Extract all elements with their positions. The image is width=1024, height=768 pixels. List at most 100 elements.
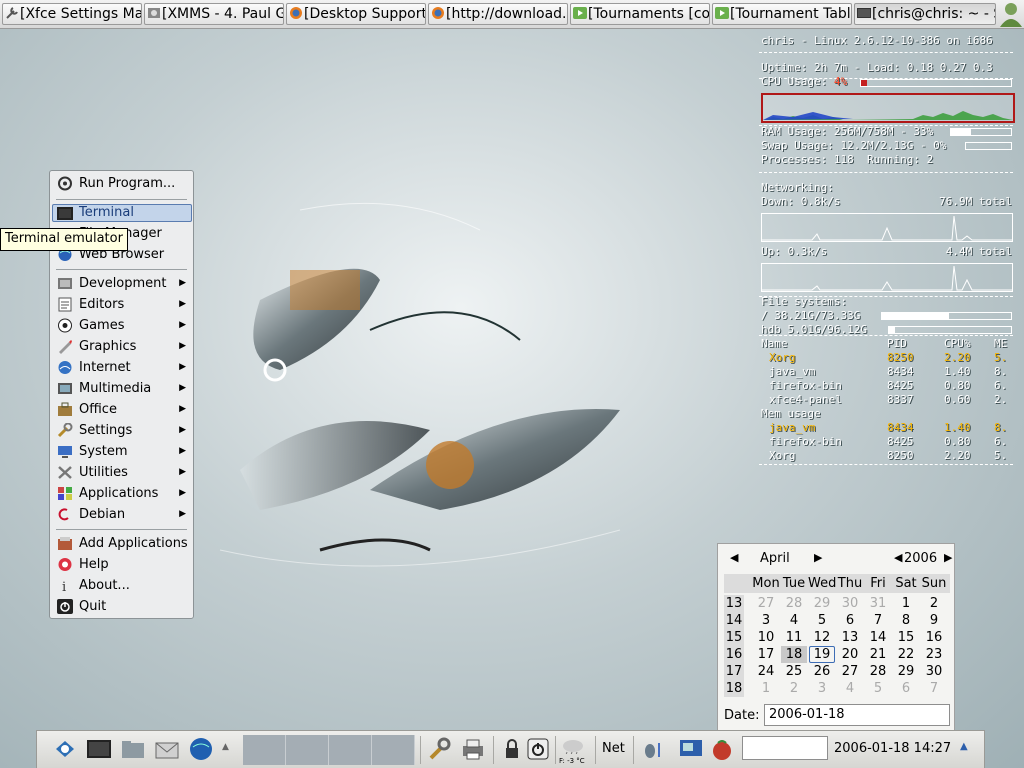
- calendar-day[interactable]: 31: [865, 595, 891, 612]
- menu-item-games[interactable]: Games ▶: [53, 316, 190, 335]
- workspace-3[interactable]: [329, 735, 372, 765]
- calendar-day[interactable]: 28: [865, 663, 891, 680]
- menu-item-run-program[interactable]: Run Program...: [53, 174, 190, 193]
- date-input[interactable]: 2006-01-18: [764, 704, 950, 726]
- xfce-mouse-icon[interactable]: [53, 737, 77, 761]
- menu-item-multimedia[interactable]: Multimedia ▶: [53, 379, 190, 398]
- calendar-day[interactable]: 3: [809, 680, 835, 697]
- system-icon: [57, 444, 73, 459]
- weather-icon[interactable]: [561, 734, 585, 758]
- calendar-day[interactable]: 4: [781, 612, 807, 629]
- calendar-day[interactable]: 30: [837, 595, 863, 612]
- calendar-day[interactable]: 26: [809, 663, 835, 680]
- display-icon[interactable]: [679, 737, 703, 761]
- task-tournament-table[interactable]: [Tournament Table: [712, 3, 852, 25]
- calendar-day[interactable]: 11: [781, 629, 807, 646]
- workspace-2[interactable]: [286, 735, 329, 765]
- volume-icon[interactable]: [642, 737, 662, 761]
- next-month-button[interactable]: ▶: [814, 551, 822, 564]
- menu-item-office[interactable]: Office ▶: [53, 400, 190, 419]
- calendar-day[interactable]: 15: [893, 629, 919, 646]
- calendar-day[interactable]: 20: [837, 646, 863, 663]
- workspace-1[interactable]: [243, 735, 286, 765]
- task-xmms[interactable]: [XMMS - 4. Paul Gla: [144, 3, 284, 25]
- calendar-day[interactable]: 14: [865, 629, 891, 646]
- calendar-day[interactable]: 4: [837, 680, 863, 697]
- menu-item-internet[interactable]: Internet ▶: [53, 358, 190, 377]
- calendar-day[interactable]: 9: [921, 612, 947, 629]
- task-xfce-settings[interactable]: [Xfce Settings Man: [2, 3, 142, 25]
- calendar-day[interactable]: 6: [837, 612, 863, 629]
- menu-item-utilities[interactable]: Utilities ▶: [53, 463, 190, 482]
- panel-arrow-icon[interactable]: ▲: [960, 741, 968, 752]
- menu-item-settings[interactable]: Settings ▶: [53, 421, 190, 440]
- calendar-day[interactable]: 19: [809, 646, 835, 663]
- debian-icon: [57, 507, 73, 522]
- menu-item-add-applications[interactable]: Add Applications: [53, 534, 190, 553]
- workspace-4[interactable]: [372, 735, 415, 765]
- menu-item-graphics[interactable]: Graphics ▶: [53, 337, 190, 356]
- calendar-day[interactable]: 30: [921, 663, 947, 680]
- calendar-day[interactable]: 10: [753, 629, 779, 646]
- calendar-day[interactable]: 29: [893, 663, 919, 680]
- conky-filesystems: File systems:: [761, 295, 848, 308]
- calendar-day[interactable]: 7: [865, 612, 891, 629]
- menu-item-terminal[interactable]: Terminal: [52, 204, 192, 222]
- calendar-day[interactable]: 12: [809, 629, 835, 646]
- calendar-day[interactable]: 2: [781, 680, 807, 697]
- calendar-day[interactable]: 1: [893, 595, 919, 612]
- terminal-icon[interactable]: [87, 737, 111, 761]
- calendar-day[interactable]: 13: [837, 629, 863, 646]
- printer-icon[interactable]: [461, 737, 485, 761]
- calendar-day[interactable]: 18: [781, 646, 807, 663]
- calendar-day[interactable]: 27: [837, 663, 863, 680]
- calendar-day[interactable]: 5: [865, 680, 891, 697]
- tomato-icon[interactable]: [709, 737, 735, 761]
- task-download[interactable]: [http://download.b: [428, 3, 568, 25]
- next-year-button[interactable]: ▶: [944, 551, 952, 564]
- calendar-day[interactable]: 3: [753, 612, 779, 629]
- calendar-day[interactable]: 16: [921, 629, 947, 646]
- menu-item-debian[interactable]: Debian ▶: [53, 505, 190, 524]
- prev-year-button[interactable]: ◀: [894, 551, 902, 564]
- panel-clock[interactable]: 2006-01-18 14:27: [834, 741, 951, 756]
- ram-bar-fill: [951, 129, 971, 135]
- settings-icon[interactable]: [428, 737, 452, 761]
- calendar-day[interactable]: 17: [753, 646, 779, 663]
- calendar-day[interactable]: 29: [809, 595, 835, 612]
- task-desktop-support[interactable]: [Desktop Support -: [286, 3, 426, 25]
- calendar-day[interactable]: 6: [893, 680, 919, 697]
- menu-item-about[interactable]: i About...: [53, 576, 190, 595]
- calendar-day[interactable]: 2: [921, 595, 947, 612]
- menu-item-quit[interactable]: Quit: [53, 597, 190, 616]
- calendar-day[interactable]: 8: [893, 612, 919, 629]
- user-icon[interactable]: [999, 1, 1023, 27]
- calendar-day[interactable]: 22: [893, 646, 919, 663]
- calendar-day[interactable]: 21: [865, 646, 891, 663]
- fs-root-bar: [881, 312, 1012, 320]
- power-icon[interactable]: [526, 737, 550, 761]
- prev-month-button[interactable]: ◀: [730, 551, 738, 564]
- lock-icon[interactable]: [500, 737, 524, 761]
- calendar-day[interactable]: 23: [921, 646, 947, 663]
- mem-proc-cpu: 0.80: [944, 435, 971, 448]
- menu-item-editors[interactable]: Editors ▶: [53, 295, 190, 314]
- launcher-arrow-icon[interactable]: ▲: [222, 742, 229, 752]
- calendar-day[interactable]: 5: [809, 612, 835, 629]
- calendar-day[interactable]: 7: [921, 680, 947, 697]
- calendar-day[interactable]: 27: [753, 595, 779, 612]
- panel-search-input[interactable]: [742, 736, 828, 760]
- calendar-day[interactable]: 28: [781, 595, 807, 612]
- menu-item-system[interactable]: System ▶: [53, 442, 190, 461]
- task-terminal[interactable]: [chris@chris: ~ - Sh: [854, 3, 996, 25]
- menu-item-development[interactable]: Development ▶: [53, 274, 190, 293]
- calendar-day[interactable]: 24: [753, 663, 779, 680]
- globe-icon[interactable]: [189, 737, 213, 761]
- calendar-day[interactable]: 1: [753, 680, 779, 697]
- task-tournaments[interactable]: [Tournaments [con: [570, 3, 710, 25]
- menu-item-applications[interactable]: Applications ▶: [53, 484, 190, 503]
- menu-item-help[interactable]: Help: [53, 555, 190, 574]
- folder-icon[interactable]: [121, 737, 145, 761]
- mail-icon[interactable]: [155, 737, 179, 761]
- calendar-day[interactable]: 25: [781, 663, 807, 680]
